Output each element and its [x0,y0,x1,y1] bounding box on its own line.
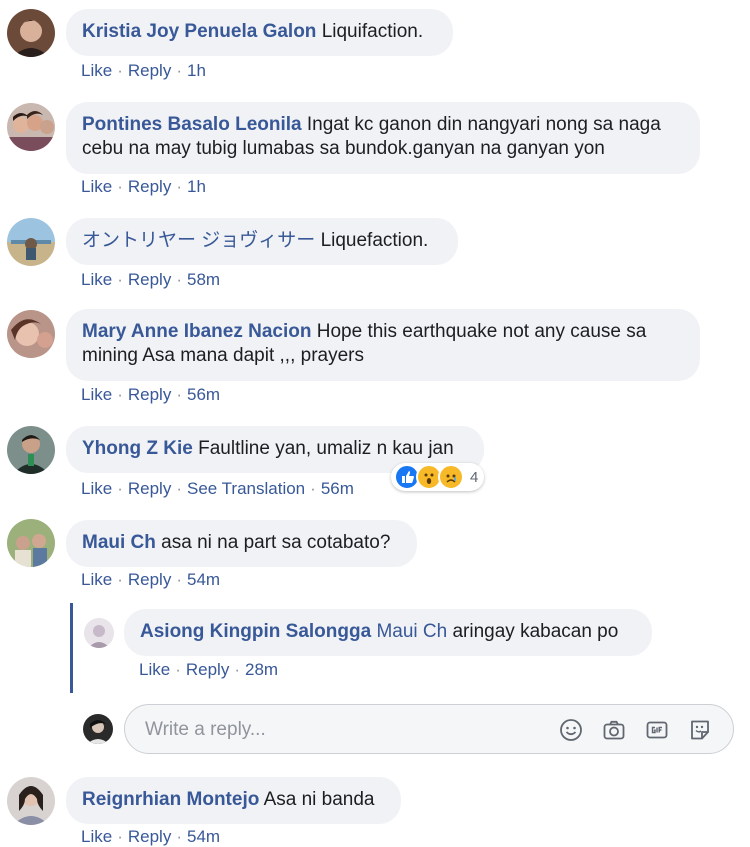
comment-bubble: Kristia Joy Penuela Galon Liquifaction. [66,9,453,56]
gif-icon[interactable] [645,718,669,742]
avatar[interactable] [7,103,55,151]
comment-author[interactable]: Kristia Joy Penuela Galon [82,21,316,42]
avatar[interactable] [7,777,55,825]
see-translation-link[interactable]: See Translation [187,479,305,498]
reply-input[interactable] [143,717,527,743]
comment-author[interactable]: Pontines Basalo Leonila [82,114,302,135]
comment-actions: Like · Reply · 28m [139,660,279,679]
reply-link[interactable]: Reply [128,177,171,196]
comment-actions: Like · Reply · See Translation · 56m [81,479,354,498]
comment-text: Ingat kc ganon din nangyari nong sa naga [306,114,661,135]
camera-icon[interactable] [602,718,626,742]
like-link[interactable]: Like [81,270,112,289]
reply-link[interactable]: Reply [128,270,171,289]
comment-bubble: Pontines Basalo Leonila Ingat kc ganon d… [66,102,700,174]
comment-text-line2: mining Asa mana dapit ,,, prayers [82,345,364,366]
timestamp[interactable]: 28m [245,660,278,679]
timestamp[interactable]: 54m [187,827,220,846]
like-link[interactable]: Like [81,385,112,404]
comment-text: Asa ni banda [263,789,375,810]
reaction-count: 4 [470,468,479,486]
comment-bubble: Reignrhian Montejo Asa ni banda [66,777,401,824]
like-link[interactable]: Like [81,177,112,196]
timestamp[interactable]: 54m [187,570,220,589]
avatar[interactable] [7,519,55,567]
like-link[interactable]: Like [81,61,112,80]
timestamp[interactable]: 58m [187,270,220,289]
comment-text-line2: cebu na may tubig lumabas sa bundok.gany… [82,138,605,159]
avatar[interactable] [7,310,55,358]
comment-text: Liquifaction. [321,21,424,42]
comment-text: Faultline yan, umaliz n kau jan [198,438,454,459]
sticker-icon[interactable] [688,718,712,742]
comment-actions: Like · Reply · 54m [81,827,221,846]
reply-thread-line [70,603,73,693]
avatar[interactable] [7,218,55,266]
comment-bubble: Maui Ch asa ni na part sa cotabato? [66,520,417,567]
comment-text: aringay kabacan po [452,621,619,642]
emoji-icon[interactable] [559,718,583,742]
comment-bubble: オントリヤー ジョヴィサー Liquefaction. [66,218,458,265]
comment-bubble: Mary Anne Ibanez Nacion Hope this earthq… [66,309,700,381]
like-link[interactable]: Like [139,660,170,679]
reply-link[interactable]: Reply [128,570,171,589]
reply-link[interactable]: Reply [128,385,171,404]
comment-author[interactable]: Maui Ch [82,532,156,553]
like-link[interactable]: Like [81,570,112,589]
comment-author[interactable]: Yhong Z Kie [82,438,193,459]
reply-link[interactable]: Reply [128,827,171,846]
comment-author[interactable]: オントリヤー ジョヴィサー [82,230,315,251]
timestamp[interactable]: 1h [187,61,206,80]
comment-actions: Like · Reply · 54m [81,570,221,589]
timestamp[interactable]: 56m [187,385,220,404]
avatar[interactable] [84,618,114,648]
mention-link[interactable]: Maui Ch [376,621,447,642]
reply-link[interactable]: Reply [128,479,171,498]
reply-link[interactable]: Reply [186,660,229,679]
comment-actions: Like · Reply · 58m [81,270,221,289]
comment-text: Hope this earthquake not any cause sa [316,321,647,342]
sad-reaction-icon [438,464,464,490]
timestamp[interactable]: 1h [187,177,206,196]
reaction-summary[interactable]: 4 [391,463,485,491]
comment-actions: Like · Reply · 56m [81,385,221,404]
current-user-avatar [83,714,113,744]
reply-link[interactable]: Reply [128,61,171,80]
comment-author[interactable]: Mary Anne Ibanez Nacion [82,321,311,342]
comment-text: asa ni na part sa cotabato? [161,532,391,553]
avatar[interactable] [7,426,55,474]
avatar[interactable] [7,9,55,57]
comment-actions: Like · Reply · 1h [81,61,206,80]
like-link[interactable]: Like [81,479,112,498]
comment-author[interactable]: Asiong Kingpin Salongga [140,621,371,642]
timestamp[interactable]: 56m [321,479,354,498]
reply-composer [124,704,734,754]
comment-author[interactable]: Reignrhian Montejo [82,789,259,810]
comment-text: Liquefaction. [320,230,429,251]
comment-actions: Like · Reply · 1h [81,177,206,196]
comment-bubble: Asiong Kingpin Salongga Maui Ch aringay … [124,609,652,656]
like-link[interactable]: Like [81,827,112,846]
